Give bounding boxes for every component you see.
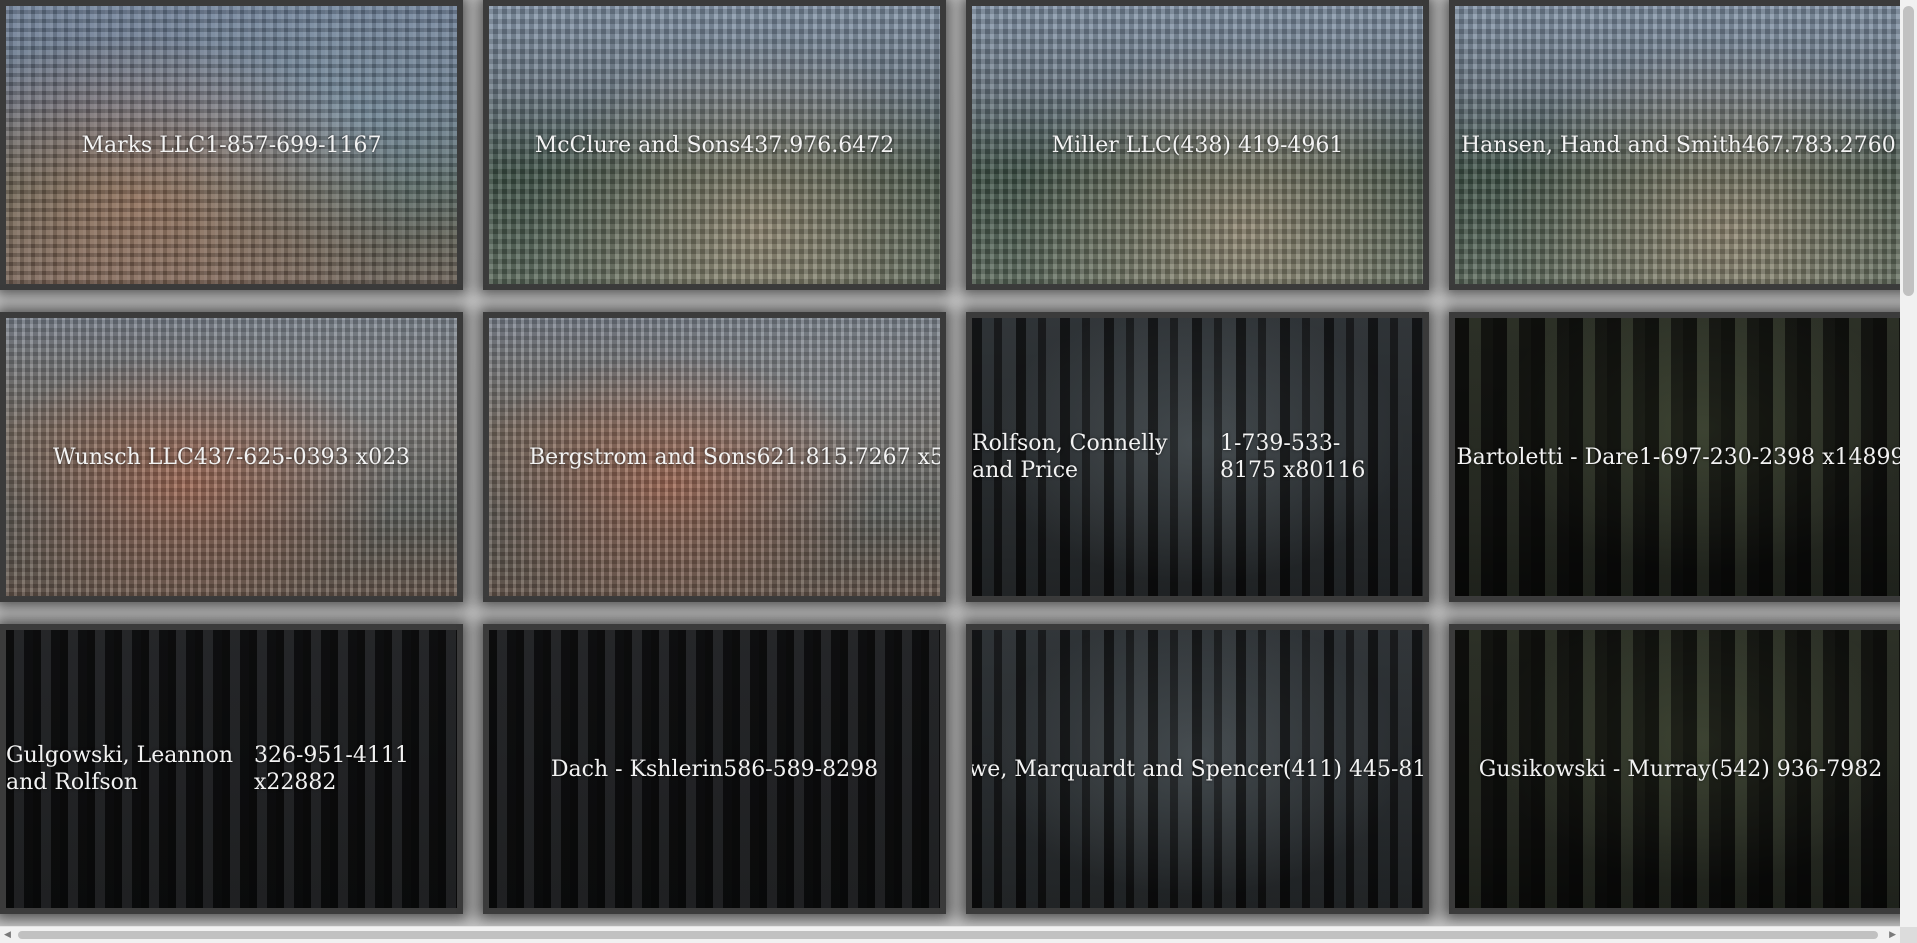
card-label: Marks LLC 1-857-699-1167	[6, 6, 457, 284]
phone-number: 437-625-0393 x023	[193, 444, 411, 470]
card-label: Bartoletti - Dare 1-697-230-2398 x14899	[1455, 318, 1900, 596]
contact-card[interactable]: Gusikowski - Murray (542) 936-7982	[1449, 624, 1900, 914]
company-name: Rolfson, Connelly and Price	[972, 431, 1168, 483]
contact-card[interactable]: Hansen, Hand and Smith467.783.2760 x6221…	[1449, 0, 1900, 290]
contact-card[interactable]: Marks LLC 1-857-699-1167	[0, 0, 463, 290]
vertical-scrollbar[interactable]	[1900, 0, 1917, 927]
company-name: Wunsch LLC	[52, 444, 194, 470]
phone-number: 1-857-699-1167	[205, 132, 382, 158]
contact-card[interactable]: Gulgowski, Leannon and Rolfson 326-951-41…	[0, 624, 463, 914]
card-label: Gusikowski - Murray (542) 936-7982	[1455, 630, 1900, 908]
company-name: Bergstrom and Sons	[529, 444, 757, 470]
contact-card[interactable]: McClure and Sons 437.976.6472	[483, 0, 946, 290]
company-name: McClure and Sons	[534, 132, 741, 158]
card-label: Wunsch LLC 437-625-0393 x023	[6, 318, 457, 596]
card-label: Bergstrom and Sons 621.815.7267 x50	[489, 318, 940, 596]
company-name: Miller LLC	[1051, 132, 1172, 158]
contact-card[interactable]: Miller LLC (438) 419-4961	[966, 0, 1429, 290]
card-label: Lowe, Marquardt and Spencer(411) 445-811…	[972, 630, 1423, 908]
phone-number: 326-951-4111 x22882	[254, 743, 409, 795]
company-name: Gusikowski - Murray	[1478, 756, 1711, 782]
horizontal-scrollbar-thumb[interactable]	[18, 931, 1878, 939]
scrollbar-corner	[1900, 927, 1917, 943]
vertical-scrollbar-thumb[interactable]	[1903, 6, 1914, 296]
contact-card[interactable]: Dach - Kshlerin 586-589-8298	[483, 624, 946, 914]
phone-number: (411) 445-8117	[1282, 756, 1427, 782]
phone-number: 467.783.2760 x62214	[1741, 132, 1900, 158]
company-name: Gulgowski, Leannon and Rolfson	[6, 743, 234, 795]
horizontal-scrollbar[interactable]: ◀ ▶	[0, 926, 1900, 943]
phone-number: (542) 936-7982	[1710, 756, 1883, 782]
company-name: Dach - Kshlerin	[550, 756, 724, 782]
contact-card[interactable]: Lowe, Marquardt and Spencer(411) 445-811…	[966, 624, 1429, 914]
company-name: Hansen, Hand and Smith	[1461, 132, 1742, 158]
phone-number: (438) 419-4961	[1171, 132, 1344, 158]
phone-number: 621.815.7267 x50	[756, 444, 946, 470]
company-name: Bartoletti - Dare	[1456, 444, 1639, 470]
card-label: Miller LLC (438) 419-4961	[972, 6, 1423, 284]
card-label: Hansen, Hand and Smith467.783.2760 x6221…	[1455, 6, 1900, 284]
scroll-left-arrow-icon[interactable]: ◀	[4, 927, 11, 943]
contact-card[interactable]: Wunsch LLC 437-625-0393 x023	[0, 312, 463, 602]
phone-number: 586-589-8298	[723, 756, 879, 782]
card-label: Dach - Kshlerin 586-589-8298	[489, 630, 940, 908]
contact-card[interactable]: Bartoletti - Dare 1-697-230-2398 x14899	[1449, 312, 1900, 602]
scroll-right-arrow-icon[interactable]: ▶	[1889, 927, 1896, 943]
contact-card[interactable]: Bergstrom and Sons 621.815.7267 x50	[483, 312, 946, 602]
contact-card-grid: Marks LLC 1-857-699-1167 McClure and Sons…	[0, 0, 1900, 927]
card-label: Rolfson, Connelly and Price 1-739-533-817…	[972, 318, 1423, 596]
company-name: Marks LLC	[81, 132, 206, 158]
phone-number: 437.976.6472	[740, 132, 895, 158]
company-name: Lowe, Marquardt and Spencer	[966, 756, 1283, 782]
phone-number: 1-739-533-8175 x80116	[1220, 431, 1366, 483]
contact-card[interactable]: Rolfson, Connelly and Price 1-739-533-817…	[966, 312, 1429, 602]
card-label: Gulgowski, Leannon and Rolfson 326-951-41…	[6, 630, 457, 908]
page-viewport: Marks LLC 1-857-699-1167 McClure and Sons…	[0, 0, 1900, 927]
card-label: McClure and Sons 437.976.6472	[489, 6, 940, 284]
phone-number: 1-697-230-2398 x14899	[1638, 444, 1900, 470]
